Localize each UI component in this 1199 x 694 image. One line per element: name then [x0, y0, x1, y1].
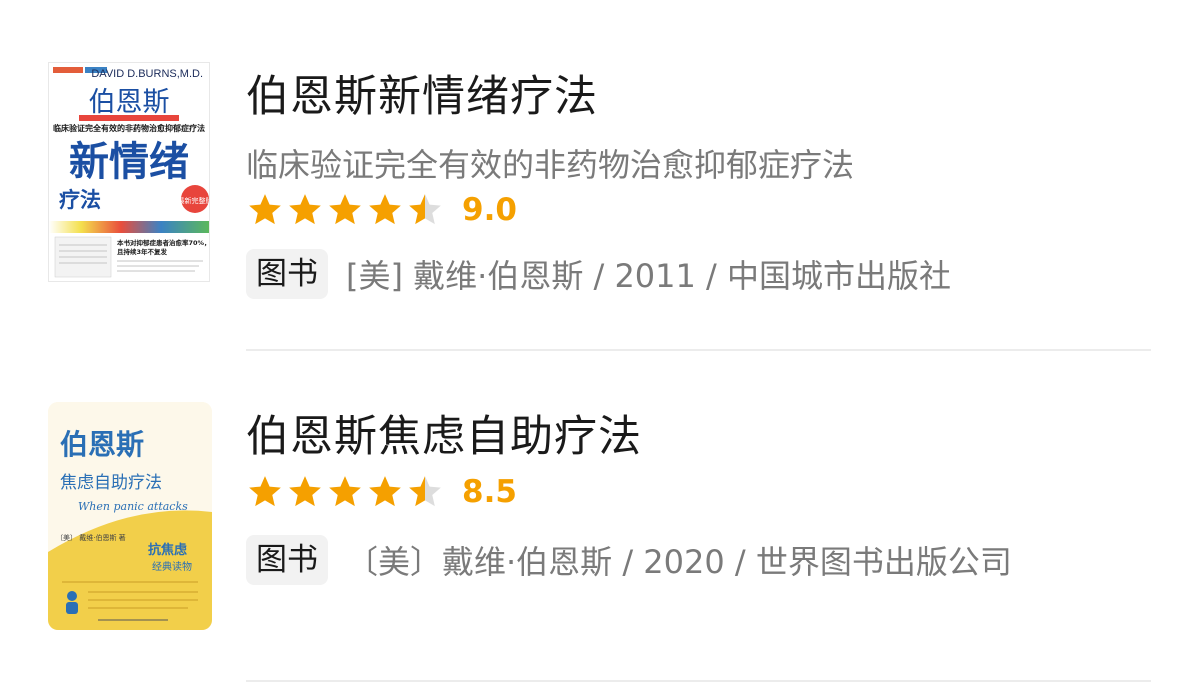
svg-text:〔美〕 戴维·伯恩斯 著: 〔美〕 戴维·伯恩斯 著 — [56, 533, 126, 542]
svg-text:最新完整版: 最新完整版 — [178, 196, 210, 205]
category-tag: 图书 — [246, 249, 328, 299]
rating-row: 8.5 — [246, 472, 517, 512]
svg-text:疗法: 疗法 — [59, 188, 101, 212]
book-result-1[interactable]: DAVID D.BURNS,M.D. 伯恩斯 临床验证完全有效的非药物治愈抑郁症… — [0, 0, 1199, 352]
star-full-icon — [369, 476, 401, 507]
star-full-icon — [289, 476, 321, 507]
svg-text:When panic attacks: When panic attacks — [78, 500, 188, 513]
book-title[interactable]: 伯恩斯焦虑自助疗法 — [246, 402, 642, 464]
star-full-icon — [289, 194, 321, 225]
star-full-icon — [329, 194, 361, 225]
rating-score: 9.0 — [462, 192, 517, 228]
star-half-icon — [409, 194, 441, 225]
category-tag: 图书 — [246, 535, 328, 585]
star-full-icon — [369, 194, 401, 225]
star-rating — [246, 473, 446, 511]
svg-text:伯恩斯: 伯恩斯 — [60, 428, 144, 461]
star-rating — [246, 191, 446, 229]
star-full-icon — [249, 476, 281, 507]
star-full-icon — [329, 476, 361, 507]
divider — [246, 349, 1151, 351]
star-full-icon — [249, 194, 281, 225]
book-result-2[interactable]: 伯恩斯 焦虑自助疗法 When panic attacks 〔美〕 戴维·伯恩斯… — [0, 352, 1199, 682]
book-title[interactable]: 伯恩斯新情绪疗法 — [246, 62, 598, 124]
svg-text:伯恩斯: 伯恩斯 — [89, 87, 170, 118]
svg-text:本书对抑郁症患者治愈率70%，: 本书对抑郁症患者治愈率70%， — [117, 238, 209, 247]
star-half-icon — [409, 476, 441, 507]
book-meta-row: 图书 [美] 戴维·伯恩斯 / 2011 / 中国城市出版社 — [246, 248, 951, 300]
svg-text:抗焦虑: 抗焦虑 — [148, 542, 187, 558]
rating-row: 9.0 — [246, 190, 517, 230]
svg-text:DAVID D.BURNS,M.D.: DAVID D.BURNS,M.D. — [91, 68, 203, 80]
svg-text:临床验证完全有效的非药物治愈抑郁症疗法: 临床验证完全有效的非药物治愈抑郁症疗法 — [53, 123, 205, 133]
book-meta-row: 图书 〔美〕戴维·伯恩斯 / 2020 / 世界图书出版公司 — [246, 534, 1012, 586]
book-subtitle: 临床验证完全有效的非药物治愈抑郁症疗法 — [246, 146, 855, 184]
svg-text:且持续3年不复发: 且持续3年不复发 — [117, 247, 168, 256]
rating-score: 8.5 — [462, 474, 517, 510]
book-cover-image[interactable]: 伯恩斯 焦虑自助疗法 When panic attacks 〔美〕 戴维·伯恩斯… — [48, 402, 212, 630]
book-cover-image[interactable]: DAVID D.BURNS,M.D. 伯恩斯 临床验证完全有效的非药物治愈抑郁症… — [48, 62, 210, 282]
divider — [246, 680, 1151, 682]
book-meta: [美] 戴维·伯恩斯 / 2011 / 中国城市出版社 — [346, 257, 952, 295]
svg-text:经典读物: 经典读物 — [152, 560, 192, 573]
svg-text:焦虑自助疗法: 焦虑自助疗法 — [60, 473, 162, 493]
svg-text:新情绪: 新情绪 — [69, 139, 189, 185]
book-meta: 〔美〕戴维·伯恩斯 / 2020 / 世界图书出版公司 — [346, 543, 1012, 581]
